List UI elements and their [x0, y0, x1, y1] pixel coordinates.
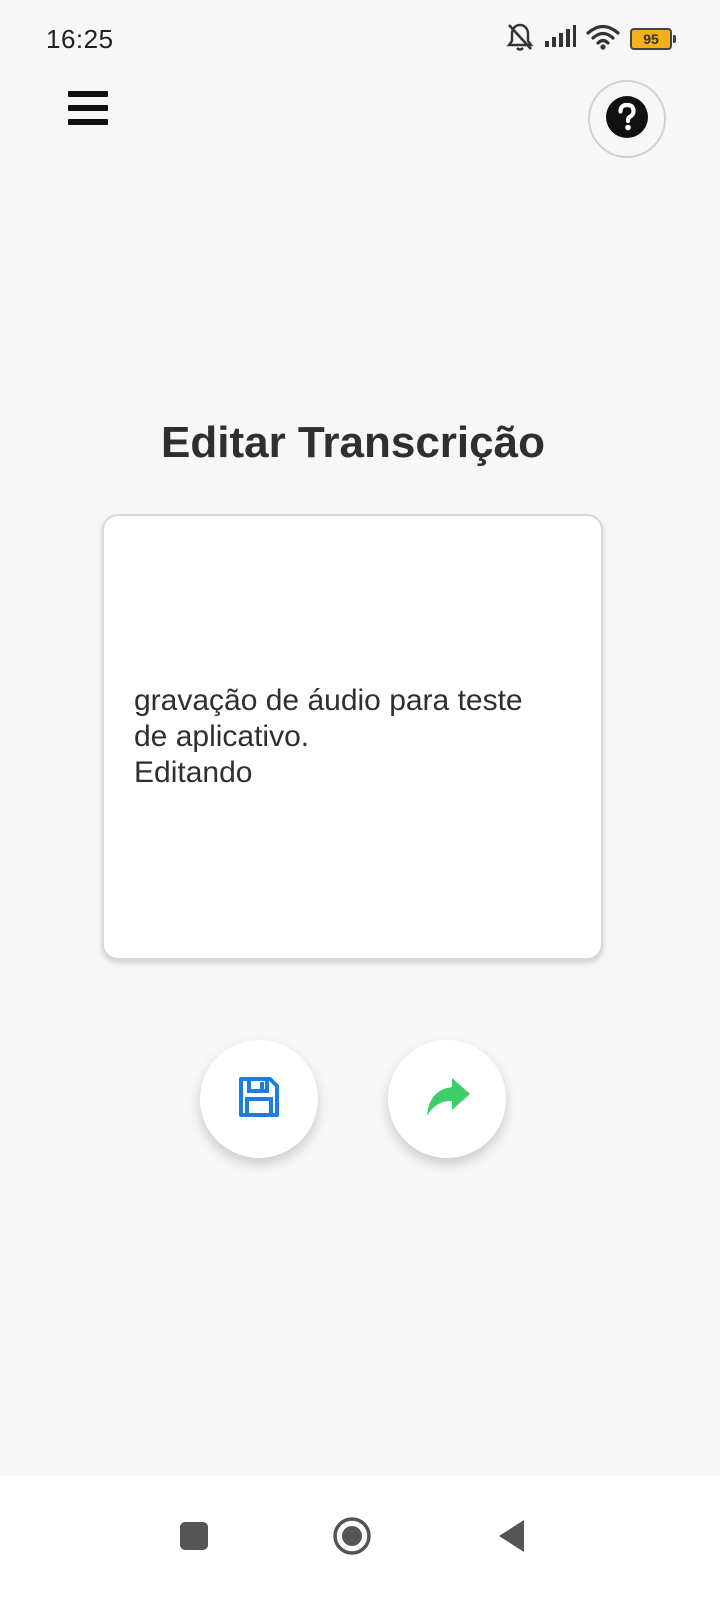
floppy-disk-icon	[237, 1075, 281, 1124]
back-icon	[496, 1518, 528, 1559]
menu-button[interactable]	[66, 88, 110, 128]
battery-icon: 95	[630, 28, 676, 50]
recent-apps-icon	[179, 1521, 209, 1556]
transcription-card: gravação de áudio para teste de aplicati…	[102, 514, 603, 960]
help-button[interactable]	[588, 80, 666, 158]
hamburger-menu-icon	[68, 91, 108, 97]
share-arrow-icon	[422, 1074, 472, 1125]
navigation-bar	[0, 1476, 720, 1600]
question-circle-icon	[605, 95, 649, 144]
page-title: Editar Transcrição	[161, 418, 545, 467]
signal-icon	[544, 24, 576, 54]
home-button[interactable]	[322, 1476, 382, 1600]
transcription-text-field[interactable]: gravação de áudio para teste de aplicati…	[134, 683, 571, 791]
wifi-icon	[586, 24, 620, 55]
back-button[interactable]	[482, 1476, 542, 1600]
screen: 16:25 95 Editar Transcrição gravação de …	[0, 0, 720, 1600]
recent-apps-button[interactable]	[164, 1476, 224, 1600]
share-button[interactable]	[388, 1040, 506, 1158]
status-bar: 16:25 95	[0, 0, 720, 78]
status-icons: 95	[506, 22, 676, 57]
save-button[interactable]	[200, 1040, 318, 1158]
status-time: 16:25	[46, 24, 114, 54]
bell-off-icon	[506, 22, 534, 57]
battery-level: 95	[643, 31, 659, 47]
home-icon	[332, 1516, 372, 1561]
